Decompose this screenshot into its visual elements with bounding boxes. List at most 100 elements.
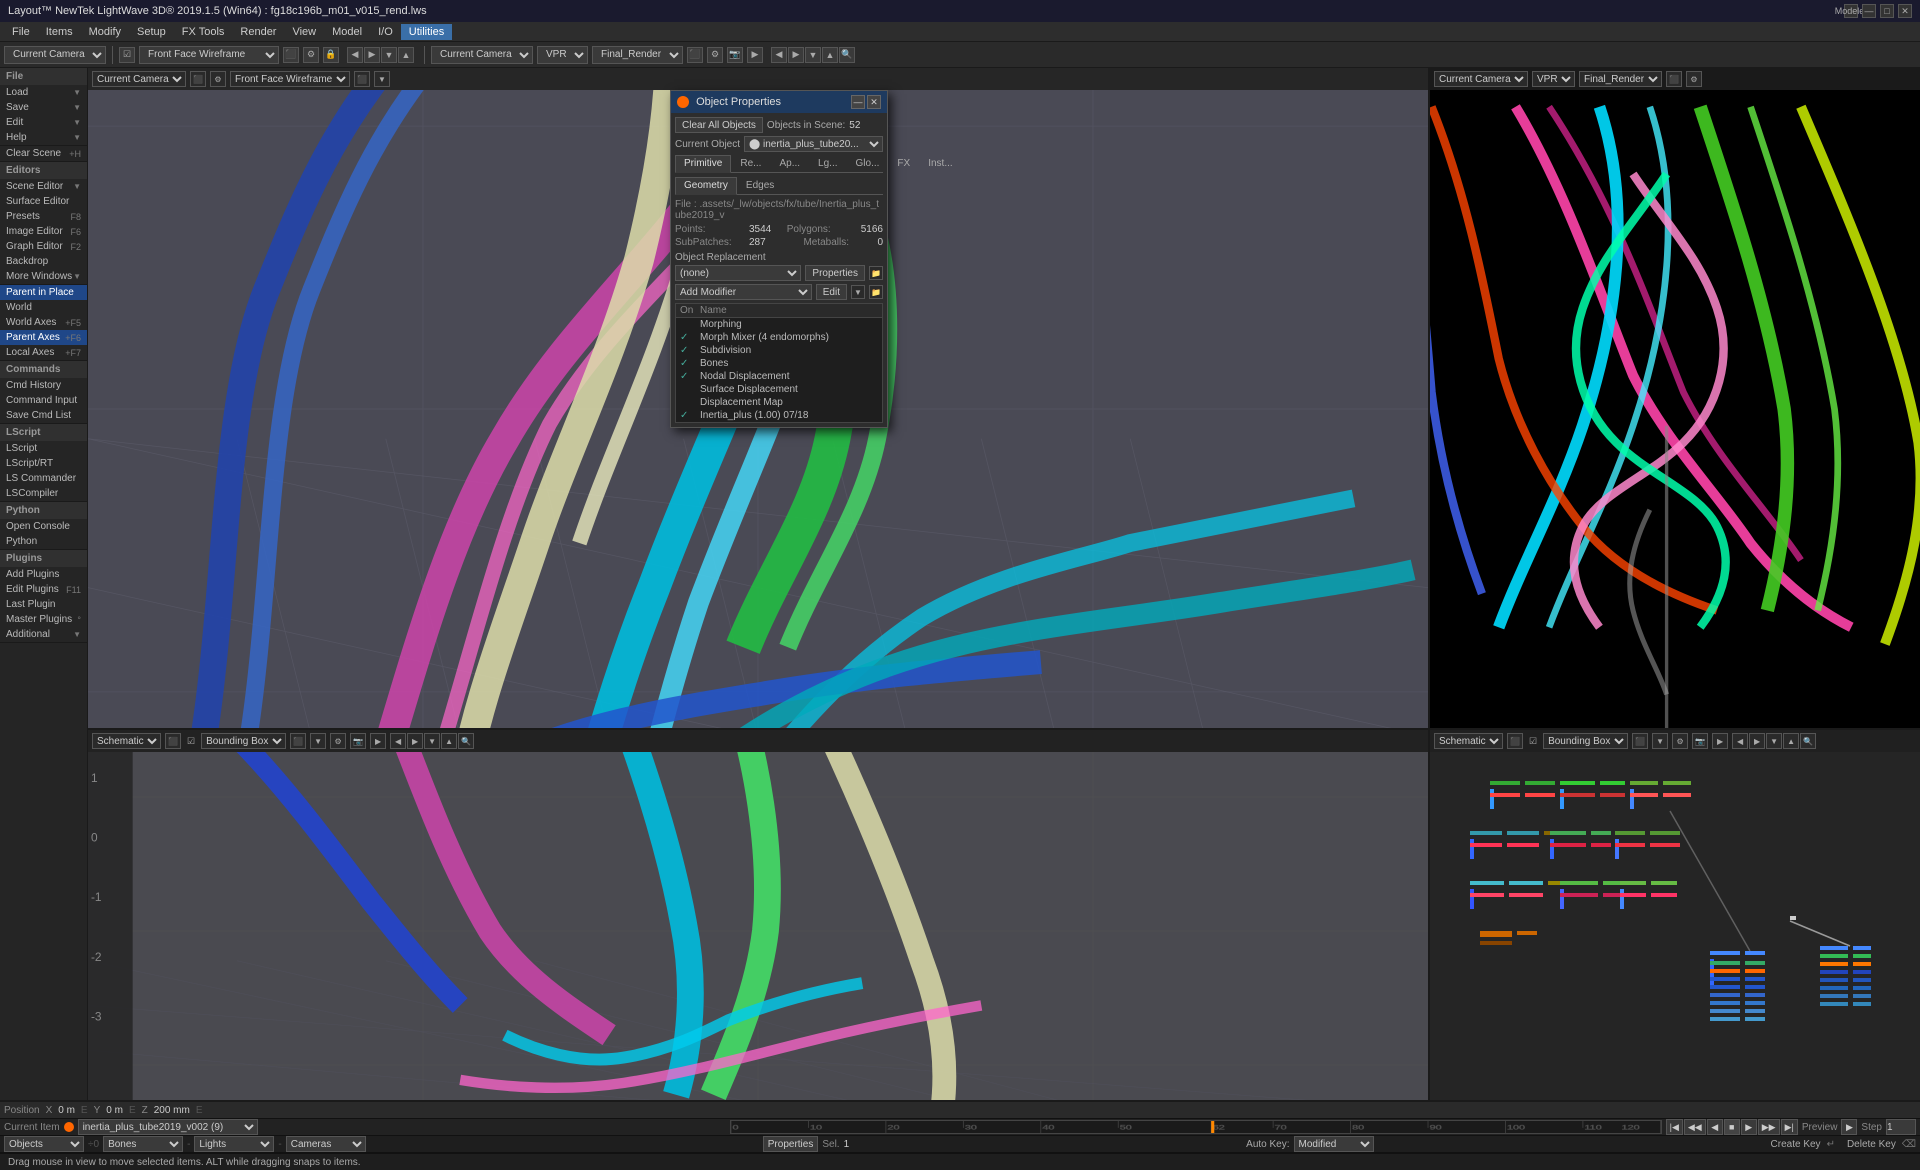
menu-view[interactable]: View bbox=[284, 24, 324, 40]
sidebar-item-image-editor[interactable]: Image Editor F6 bbox=[0, 224, 87, 239]
rend-nav-3[interactable]: ▼ bbox=[805, 47, 821, 63]
main-vp-display-select[interactable]: Front Face Wireframe bbox=[230, 71, 350, 87]
sidebar-item-python[interactable]: Python bbox=[0, 534, 87, 549]
render-viewport[interactable]: Current Camera VPR Final_Render ⬛ ⚙ bbox=[1430, 68, 1920, 728]
render-icon-4[interactable]: ▶ bbox=[747, 47, 763, 63]
sidebar-item-cmd-history[interactable]: Cmd History bbox=[0, 378, 87, 393]
play-start-btn[interactable]: |◀ bbox=[1666, 1119, 1683, 1135]
menu-render[interactable]: Render bbox=[232, 24, 284, 40]
bottom-left-vp-icon-6[interactable]: ▶ bbox=[370, 733, 386, 749]
camera-select-2[interactable]: Current Camera bbox=[431, 46, 533, 64]
sidebar-item-last-plugin[interactable]: Last Plugin bbox=[0, 597, 87, 612]
sidebar-item-master-plugins[interactable]: Master Plugins ° bbox=[0, 612, 87, 627]
sidebar-item-lscompiler[interactable]: LSCompiler bbox=[0, 486, 87, 501]
menu-utilities[interactable]: Utilities bbox=[401, 24, 452, 40]
sidebar-item-graph-editor[interactable]: Graph Editor F2 bbox=[0, 239, 87, 254]
sidebar-item-save[interactable]: Save ▼ bbox=[0, 100, 87, 115]
bottom-left-bounding-box-check[interactable]: ☑ bbox=[185, 736, 197, 747]
br-icon-2[interactable]: ▼ bbox=[1652, 733, 1668, 749]
dialog-tab-ap[interactable]: Ap... bbox=[770, 155, 809, 172]
rend-nav-4[interactable]: ▲ bbox=[822, 47, 838, 63]
sidebar-item-open-console[interactable]: Open Console bbox=[0, 519, 87, 534]
bl-nav-2[interactable]: ▶ bbox=[407, 733, 423, 749]
add-modifier-select[interactable]: Add Modifier bbox=[675, 284, 812, 300]
objects-select[interactable]: Objects bbox=[4, 1136, 84, 1152]
main-vp-icon-4[interactable]: ▼ bbox=[374, 71, 390, 87]
close-button[interactable]: ✕ bbox=[1898, 4, 1912, 18]
bottom-right-bounding-box-check[interactable]: ☑ bbox=[1527, 736, 1539, 747]
sidebar-item-more-windows[interactable]: More Windows ▼ bbox=[0, 269, 87, 284]
sidebar-item-command-input[interactable]: Command Input bbox=[0, 393, 87, 408]
dialog-tab-lg[interactable]: Lg... bbox=[809, 155, 846, 172]
render-icon-1[interactable]: ⬛ bbox=[687, 47, 703, 63]
modifier-nodal-displacement[interactable]: ✓ Nodal Displacement bbox=[676, 370, 882, 383]
dialog-tab-primitive[interactable]: Primitive bbox=[675, 155, 731, 173]
br-nav-3[interactable]: ▼ bbox=[1766, 733, 1782, 749]
dialog-close-btn[interactable]: ✕ bbox=[867, 95, 881, 109]
sidebar-item-surface-editor[interactable]: Surface Editor bbox=[0, 194, 87, 209]
obj-replacement-select[interactable]: (none) bbox=[675, 265, 801, 281]
camera-select[interactable]: Current Camera bbox=[4, 46, 106, 64]
modeler-button[interactable]: Modeler bbox=[1844, 4, 1858, 18]
vp-icon-1[interactable]: ⬛ bbox=[283, 47, 299, 63]
sidebar-item-add-plugins[interactable]: Add Plugins bbox=[0, 567, 87, 582]
menu-setup[interactable]: Setup bbox=[129, 24, 174, 40]
sidebar-item-edit[interactable]: Edit ▼ bbox=[0, 115, 87, 130]
play-prev-btn[interactable]: ◀◀ bbox=[1684, 1119, 1706, 1135]
current-object-select[interactable]: ⬤ inertia_plus_tube20... bbox=[744, 136, 883, 152]
sidebar-item-local-axes[interactable]: Local Axes +F7 bbox=[0, 345, 87, 360]
br-nav-5[interactable]: 🔍 bbox=[1800, 733, 1816, 749]
dialog-tab-re[interactable]: Re... bbox=[731, 155, 770, 172]
modifier-inertia-plus[interactable]: ✓ Inertia_plus (1.00) 07/18 bbox=[676, 409, 882, 422]
maximize-button[interactable]: □ bbox=[1880, 4, 1894, 18]
nav-icon-3[interactable]: ▼ bbox=[381, 47, 397, 63]
br-nav-1[interactable]: ◀ bbox=[1732, 733, 1748, 749]
sidebar-item-parent-axes[interactable]: Parent Axes +F6 bbox=[0, 330, 87, 345]
modifier-subdivision[interactable]: ✓ Subdivision bbox=[676, 344, 882, 357]
vpr-select[interactable]: VPR bbox=[537, 46, 588, 64]
bottom-left-vp-select[interactable]: Schematic bbox=[92, 733, 161, 749]
sidebar-item-additional[interactable]: Additional ▼ bbox=[0, 627, 87, 642]
modifier-bones[interactable]: ✓ Bones bbox=[676, 357, 882, 370]
menu-items[interactable]: Items bbox=[38, 24, 81, 40]
modifier-edit-btn[interactable]: Edit bbox=[816, 284, 847, 300]
lights-select[interactable]: Lights bbox=[194, 1136, 274, 1152]
render-mode-select[interactable]: Final_Render bbox=[592, 46, 683, 64]
render-icon-2[interactable]: ⚙ bbox=[707, 47, 723, 63]
vp-icon-3[interactable]: 🔒 bbox=[323, 47, 339, 63]
bottom-right-vp-icon-1[interactable]: ⬛ bbox=[1507, 733, 1523, 749]
sidebar-item-parent-in-place[interactable]: Parent in Place bbox=[0, 285, 87, 300]
nav-icon-2[interactable]: ▶ bbox=[364, 47, 380, 63]
bottom-right-vp-select[interactable]: Schematic bbox=[1434, 733, 1503, 749]
play-next-btn[interactable]: ▶▶ bbox=[1758, 1119, 1780, 1135]
sidebar-item-lscript[interactable]: LScript bbox=[0, 441, 87, 456]
render-icon-3[interactable]: 📷 bbox=[727, 47, 743, 63]
main-vp-icon-1[interactable]: ⬛ bbox=[190, 71, 206, 87]
modifier-morphing[interactable]: Morphing bbox=[676, 318, 882, 331]
menu-fxtools[interactable]: FX Tools bbox=[174, 24, 233, 40]
preview-btn[interactable]: ▶ bbox=[1841, 1119, 1857, 1135]
checkbox-icon[interactable]: ☑ bbox=[119, 47, 135, 63]
play-end-btn[interactable]: ▶| bbox=[1781, 1119, 1798, 1135]
current-item-select[interactable]: inertia_plus_tube2019_v002 (9) bbox=[78, 1119, 258, 1135]
cameras-select[interactable]: Cameras bbox=[286, 1136, 366, 1152]
sidebar-item-ls-commander[interactable]: LS Commander bbox=[0, 471, 87, 486]
sidebar-item-lscript-rt[interactable]: LScript/RT bbox=[0, 456, 87, 471]
properties-btn[interactable]: Properties bbox=[763, 1136, 819, 1152]
nav-icon-4[interactable]: ▲ bbox=[398, 47, 414, 63]
bottom-left-vp-icon-3[interactable]: ▼ bbox=[310, 733, 326, 749]
minimize-button[interactable]: — bbox=[1862, 4, 1876, 18]
obj-replacement-icon[interactable]: 📁 bbox=[869, 266, 883, 280]
bottom-left-vp-icon-1[interactable]: ⬛ bbox=[165, 733, 181, 749]
sidebar-item-world[interactable]: World bbox=[0, 300, 87, 315]
modifier-morph-mixer[interactable]: ✓ Morph Mixer (4 endomorphs) bbox=[676, 331, 882, 344]
timeline-track[interactable]: 0 10 20 30 40 50 62 70 80 90 100 110 120 bbox=[730, 1120, 1661, 1134]
bl-nav-3[interactable]: ▼ bbox=[424, 733, 440, 749]
clear-all-objects-btn[interactable]: Clear All Objects bbox=[675, 117, 763, 133]
nav-icon-1[interactable]: ◀ bbox=[347, 47, 363, 63]
modifier-surface-displacement[interactable]: Surface Displacement bbox=[676, 383, 882, 396]
step-input[interactable] bbox=[1886, 1119, 1916, 1135]
bottom-right-viewport[interactable]: Schematic ⬛ ☑ Bounding Box ⬛ ▼ ⚙ 📷 ▶ ◀ ▶… bbox=[1430, 730, 1920, 1110]
x-e-btn[interactable]: E bbox=[81, 1105, 88, 1116]
dialog-tab-glo[interactable]: Glo... bbox=[847, 155, 889, 172]
